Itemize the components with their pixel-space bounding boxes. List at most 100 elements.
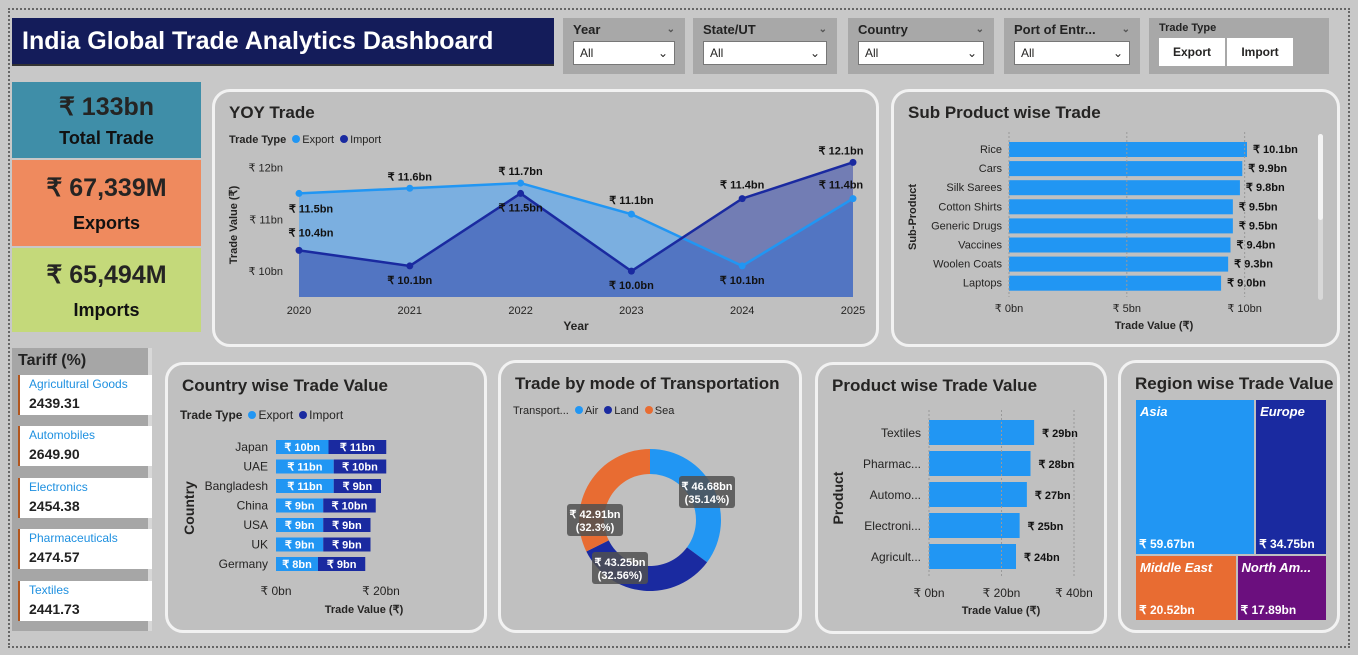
country-slicer[interactable]: Country ⌄ All ⌄ xyxy=(848,18,994,74)
dashboard-title-box: India Global Trade Analytics Dashboard xyxy=(12,18,554,66)
product-chart[interactable]: Textiles ₹ 29bn Pharmac... ₹ 28bn Automo... ₹… xyxy=(818,365,1104,631)
bar xyxy=(1009,180,1240,196)
data-label: ₹ 10.4bn xyxy=(289,227,334,239)
data-label: ₹ 9bn xyxy=(285,501,315,513)
treemap-block-europe[interactable]: Europe ₹ 34.75bn xyxy=(1256,400,1326,555)
year-slicer[interactable]: Year ⌄ All ⌄ xyxy=(563,18,685,74)
category-label: Silk Sarees xyxy=(946,182,1002,194)
dropdown-value: All xyxy=(1021,46,1035,60)
treemap-label: Europe xyxy=(1260,404,1305,419)
data-label: ₹ 24bn xyxy=(1024,552,1060,564)
kpi-imports: ₹ 65,494M Imports xyxy=(12,248,201,332)
data-label: ₹ 10bn xyxy=(342,462,378,474)
x-axis-title: Trade Value (₹) xyxy=(325,604,404,616)
data-label: ₹ 10.1bn xyxy=(1253,144,1298,156)
country-dropdown[interactable]: All ⌄ xyxy=(858,41,984,65)
region-treemap[interactable]: Asia ₹ 59.67bn Europe ₹ 34.75bn Middle East ₹… xyxy=(1136,400,1326,620)
bar xyxy=(1009,218,1233,234)
tariff-name: Pharmaceuticals xyxy=(29,531,118,545)
port-slicer[interactable]: Port of Entr... ⌄ All ⌄ xyxy=(1004,18,1140,74)
data-point xyxy=(849,195,857,203)
data-point xyxy=(627,267,635,275)
bar xyxy=(1009,275,1222,291)
kpi-label: Total Trade xyxy=(59,127,154,148)
x-tick-label: 2024 xyxy=(730,305,754,317)
category-label: Pharmac... xyxy=(863,457,921,471)
state-slicer[interactable]: State/UT ⌄ All ⌄ xyxy=(693,18,837,74)
treemap-label: North Am... xyxy=(1241,560,1312,576)
donut-slice-sea xyxy=(579,449,650,552)
kpi-label: Imports xyxy=(73,299,140,320)
data-label-percent: (32.56%) xyxy=(598,570,643,582)
category-label: Bangladesh xyxy=(205,479,268,493)
x-tick-label: 2025 xyxy=(841,305,865,317)
port-dropdown[interactable]: All ⌄ xyxy=(1014,41,1130,65)
y-axis-title: Country xyxy=(181,481,197,535)
tariff-value: 2441.73 xyxy=(29,601,80,617)
tariff-name: Electronics xyxy=(29,480,88,494)
scrollbar-thumb[interactable] xyxy=(1318,134,1323,220)
category-label: USA xyxy=(243,518,268,532)
slicer-label: State/UT xyxy=(703,22,756,37)
tariff-panel: Tariff (%) Agricultural Goods 2439.31 Aut… xyxy=(12,348,152,631)
export-button[interactable]: Export xyxy=(1159,38,1225,66)
category-label: Generic Drugs xyxy=(931,220,1002,232)
data-label: ₹ 11.5bn xyxy=(498,202,543,214)
treemap-block-middle-east[interactable]: Middle East ₹ 20.52bn xyxy=(1136,556,1236,620)
data-label: ₹ 10bn xyxy=(284,442,320,454)
scrollbar[interactable] xyxy=(1318,134,1323,300)
data-point xyxy=(406,184,414,192)
x-tick-label: 2023 xyxy=(619,305,643,317)
chevron-down-icon[interactable]: ⌄ xyxy=(1122,24,1130,35)
data-label: ₹ 9.0bn xyxy=(1227,278,1266,290)
data-point xyxy=(406,262,414,270)
country-chart[interactable]: Japan ₹ 10bn ₹ 11bn UAE ₹ 11bn ₹ 10bn Banglade… xyxy=(168,365,484,630)
x-tick-label: ₹ 20bn xyxy=(362,584,400,598)
x-axis-title: Year xyxy=(563,319,589,333)
treemap-label: Asia xyxy=(1140,404,1168,419)
subproduct-chart[interactable]: Rice ₹ 10.1bn Cars ₹ 9.9bn Silk Sarees ₹ 9.8b… xyxy=(894,92,1337,344)
bar xyxy=(1009,161,1243,177)
treemap-block-north-am-[interactable]: North Am... ₹ 17.89bn xyxy=(1237,556,1326,620)
tariff-value: 2649.90 xyxy=(29,446,80,462)
category-label: Cotton Shirts xyxy=(938,201,1002,213)
data-label: ₹ 11bn xyxy=(287,481,322,493)
country-card: Country wise Trade Value Trade Type Expo… xyxy=(165,362,487,633)
data-label: ₹ 10.0bn xyxy=(609,280,654,292)
kpi-value: ₹ 65,494M xyxy=(46,260,167,289)
yoy-chart[interactable]: ₹ 10bn ₹ 11bn ₹ 12bn Trade Value (₹) 2020 202… xyxy=(215,92,876,344)
import-button[interactable]: Import xyxy=(1227,38,1293,66)
treemap-value: ₹ 34.75bn xyxy=(1259,537,1315,552)
chevron-down-icon[interactable]: ⌄ xyxy=(819,24,827,35)
state-dropdown[interactable]: All ⌄ xyxy=(703,41,827,65)
chevron-down-icon[interactable]: ⌄ xyxy=(976,24,984,35)
x-tick-label: ₹ 0bn xyxy=(261,584,292,598)
tariff-value: 2474.57 xyxy=(29,549,80,565)
kpi-value: ₹ 133bn xyxy=(58,92,155,121)
transport-card: Trade by mode of Transportation Transpor… xyxy=(498,360,802,633)
tariff-card: Agricultural Goods 2439.31 xyxy=(18,375,152,415)
chevron-down-icon: ⌄ xyxy=(657,46,668,60)
data-label: ₹ 28bn xyxy=(1039,459,1075,471)
transport-donut-chart[interactable]: ₹ 46.68bn(35.14%) ₹ 43.25bn(32.56%) ₹ 42.9… xyxy=(501,363,799,630)
trade-type-label: Trade Type xyxy=(1159,22,1217,34)
data-label: ₹ 10.1bn xyxy=(387,275,432,287)
data-label: ₹ 29bn xyxy=(1042,428,1078,440)
bar xyxy=(1009,237,1231,253)
chevron-down-icon[interactable]: ⌄ xyxy=(667,24,675,35)
y-tick-label: ₹ 12bn xyxy=(248,163,283,175)
treemap-block-asia[interactable]: Asia ₹ 59.67bn xyxy=(1136,400,1255,555)
tariff-card: Electronics 2454.38 xyxy=(18,478,152,518)
slicer-label: Country xyxy=(858,22,908,37)
treemap-value: ₹ 20.52bn xyxy=(1139,602,1195,617)
data-label: ₹ 42.91bn xyxy=(569,509,620,521)
tariff-title: Tariff (%) xyxy=(18,352,87,369)
year-dropdown[interactable]: All ⌄ xyxy=(573,41,675,65)
data-label: ₹ 11.1bn xyxy=(609,195,654,207)
data-label: ₹ 11bn xyxy=(340,442,375,454)
data-label: ₹ 46.68bn xyxy=(681,481,732,493)
y-axis-title: Trade Value (₹) xyxy=(228,185,240,264)
data-label: ₹ 9.5bn xyxy=(1239,220,1278,232)
x-tick-label: 2021 xyxy=(398,305,422,317)
region-card: Region wise Trade Value Asia ₹ 59.67bn Eur… xyxy=(1118,360,1340,633)
